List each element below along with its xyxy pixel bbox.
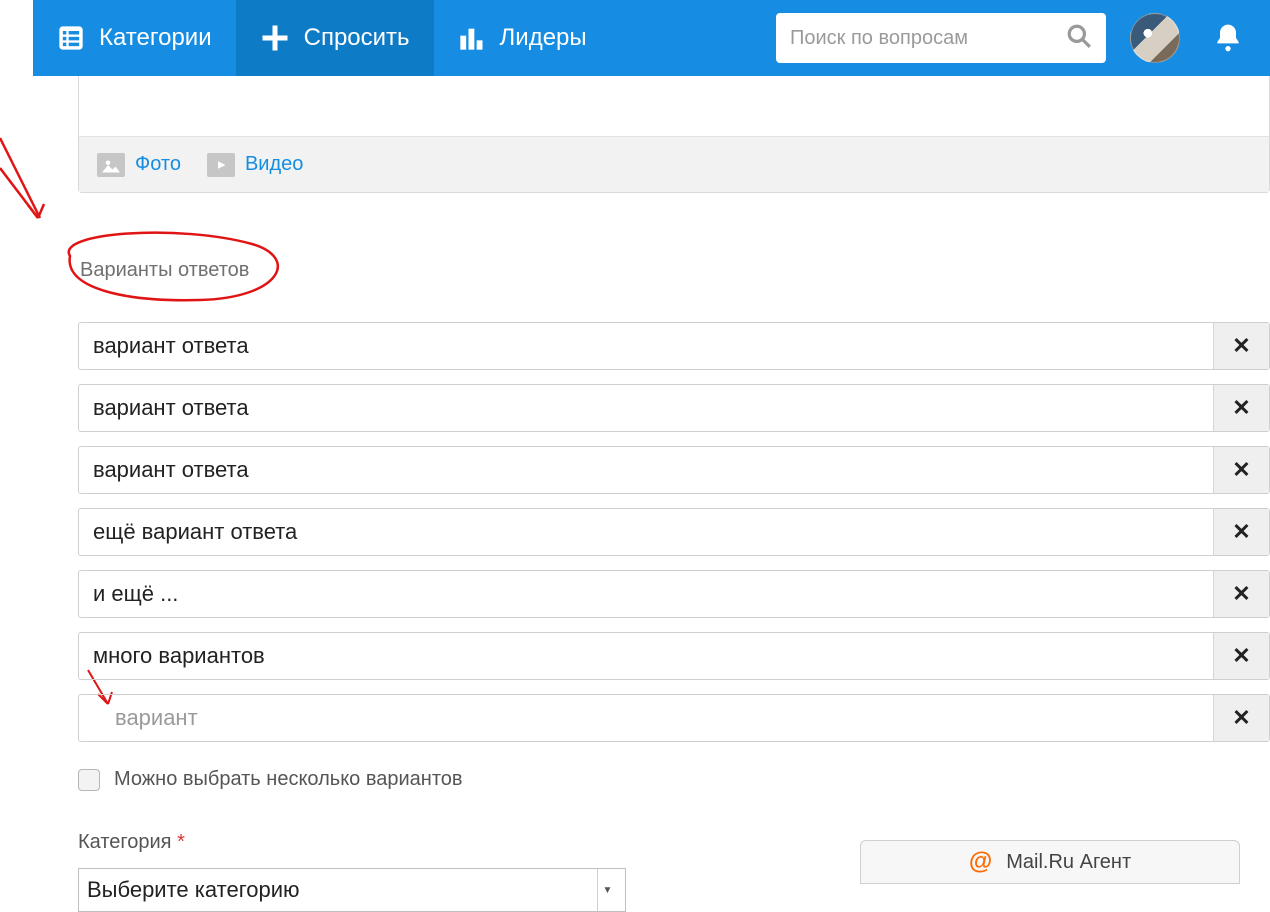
close-icon: ✕ bbox=[1232, 705, 1250, 731]
bars-icon bbox=[458, 24, 486, 52]
category-label-text: Категория bbox=[78, 831, 172, 853]
answer-option-row-empty: ✕ bbox=[78, 694, 1270, 742]
mailru-agent-label: Mail.Ru Агент bbox=[1006, 851, 1131, 874]
bell-icon bbox=[1212, 22, 1244, 54]
remove-option-button[interactable]: ✕ bbox=[1213, 447, 1269, 493]
plus-icon bbox=[260, 23, 290, 53]
multi-select-checkbox[interactable] bbox=[78, 769, 100, 791]
attach-video-button[interactable]: Видео bbox=[207, 153, 303, 177]
compose-box: Фото Видео bbox=[78, 76, 1270, 193]
remove-option-button[interactable]: ✕ bbox=[1213, 695, 1269, 741]
close-icon: ✕ bbox=[1232, 333, 1250, 359]
answer-options-list: ✕ ✕ ✕ ✕ ✕ ✕ ✕ bbox=[78, 322, 1270, 742]
list-icon bbox=[57, 24, 85, 52]
answer-options-heading: Варианты ответов bbox=[78, 259, 1270, 282]
answer-option-row: ✕ bbox=[78, 322, 1270, 370]
close-icon: ✕ bbox=[1232, 519, 1250, 545]
nav-categories[interactable]: Категории bbox=[33, 0, 236, 76]
compose-toolbar: Фото Видео bbox=[79, 136, 1269, 192]
answer-option-row: ✕ bbox=[78, 384, 1270, 432]
answer-option-input[interactable] bbox=[79, 323, 1213, 369]
answer-option-row: ✕ bbox=[78, 508, 1270, 556]
answer-option-input[interactable] bbox=[79, 509, 1213, 555]
category-select-value: Выберите категорию bbox=[87, 877, 300, 903]
search-box[interactable] bbox=[776, 13, 1106, 63]
attach-photo-label: Фото bbox=[135, 153, 181, 176]
photo-icon bbox=[97, 153, 125, 177]
multi-select-label: Можно выбрать несколько вариантов bbox=[114, 768, 463, 791]
at-icon: @ bbox=[969, 848, 992, 876]
remove-option-button[interactable]: ✕ bbox=[1213, 571, 1269, 617]
attach-video-label: Видео bbox=[245, 153, 303, 176]
nav-categories-label: Категории bbox=[99, 24, 212, 52]
answer-option-row: ✕ bbox=[78, 632, 1270, 680]
search-input[interactable] bbox=[790, 27, 1066, 50]
answer-option-row: ✕ bbox=[78, 570, 1270, 618]
remove-option-button[interactable]: ✕ bbox=[1213, 385, 1269, 431]
multi-select-row[interactable]: Можно выбрать несколько вариантов bbox=[78, 768, 1270, 791]
mailru-agent-widget[interactable]: @ Mail.Ru Агент bbox=[860, 840, 1240, 884]
remove-option-button[interactable]: ✕ bbox=[1213, 323, 1269, 369]
search-icon[interactable] bbox=[1066, 23, 1092, 54]
answer-option-row: ✕ bbox=[78, 446, 1270, 494]
compose-textarea[interactable] bbox=[79, 76, 1269, 136]
nav-ask-label: Спросить bbox=[304, 24, 410, 52]
answer-option-input[interactable] bbox=[79, 571, 1213, 617]
remove-option-button[interactable]: ✕ bbox=[1213, 509, 1269, 555]
close-icon: ✕ bbox=[1232, 643, 1250, 669]
avatar[interactable] bbox=[1130, 13, 1180, 63]
nav-leaders[interactable]: Лидеры bbox=[434, 0, 611, 76]
answer-option-input[interactable] bbox=[79, 633, 1213, 679]
attach-photo-button[interactable]: Фото bbox=[97, 153, 181, 177]
remove-option-button[interactable]: ✕ bbox=[1213, 633, 1269, 679]
required-mark: * bbox=[177, 831, 185, 853]
close-icon: ✕ bbox=[1232, 395, 1250, 421]
chevron-down-icon: ▼ bbox=[597, 869, 617, 911]
answer-option-input-empty[interactable] bbox=[79, 695, 1213, 741]
close-icon: ✕ bbox=[1232, 581, 1250, 607]
answer-option-input[interactable] bbox=[79, 385, 1213, 431]
content-area: Фото Видео Варианты ответов ✕ ✕ ✕ bbox=[78, 76, 1270, 882]
video-icon bbox=[207, 153, 235, 177]
answer-option-input[interactable] bbox=[79, 447, 1213, 493]
close-icon: ✕ bbox=[1232, 457, 1250, 483]
top-navbar: Категории Спросить Лидеры bbox=[33, 0, 1270, 76]
notifications-button[interactable] bbox=[1204, 22, 1252, 54]
nav-leaders-label: Лидеры bbox=[500, 24, 587, 52]
category-select[interactable]: Выберите категорию ▼ bbox=[78, 868, 626, 912]
nav-ask[interactable]: Спросить bbox=[236, 0, 434, 76]
